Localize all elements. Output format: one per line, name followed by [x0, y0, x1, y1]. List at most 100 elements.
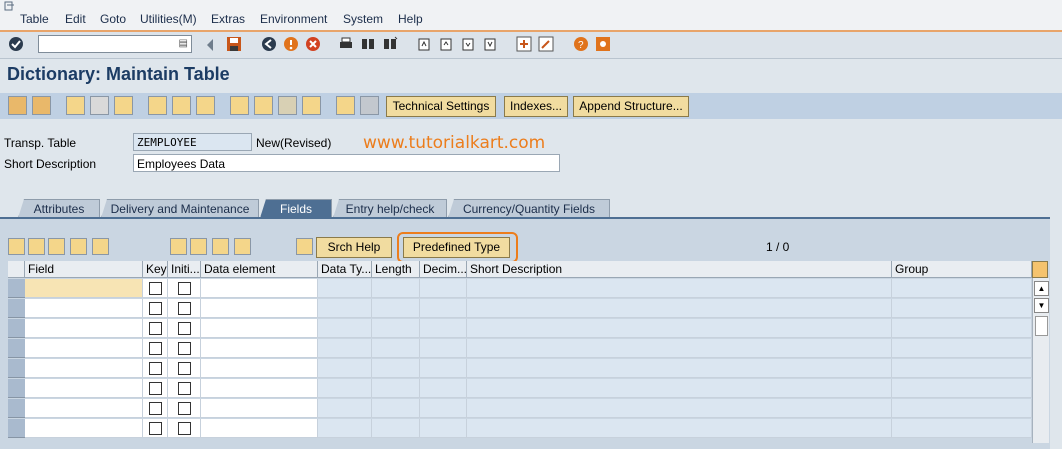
- info-icon[interactable]: [302, 96, 321, 115]
- print-icon[interactable]: [338, 36, 354, 52]
- cell-data-element[interactable]: [201, 279, 318, 298]
- insert-row-icon[interactable]: [70, 238, 87, 255]
- cell-field[interactable]: [25, 339, 143, 358]
- cell-length[interactable]: [372, 299, 420, 318]
- row-selector[interactable]: [8, 399, 25, 418]
- cell-length[interactable]: [372, 379, 420, 398]
- cell-short-description[interactable]: [467, 299, 892, 318]
- cell-short-description[interactable]: [467, 399, 892, 418]
- first-page-icon[interactable]: [416, 36, 432, 52]
- append-structure-button[interactable]: Append Structure...: [573, 96, 689, 117]
- menu-item-system[interactable]: System: [343, 12, 383, 26]
- cell-data-type[interactable]: [318, 399, 372, 418]
- table-contents-icon[interactable]: [254, 96, 273, 115]
- row-selector[interactable]: [8, 319, 25, 338]
- initial-checkbox[interactable]: [178, 302, 191, 315]
- row-selector[interactable]: [8, 279, 25, 298]
- tab-currency-quantity[interactable]: Currency/Quantity Fields: [448, 199, 610, 218]
- scroll-up-icon[interactable]: ▲: [1034, 281, 1049, 296]
- column-header-short-description[interactable]: Short Description: [467, 261, 892, 278]
- initial-checkbox[interactable]: [178, 382, 191, 395]
- display-change-icon[interactable]: [66, 96, 85, 115]
- cell-data-element[interactable]: [201, 379, 318, 398]
- cell-length[interactable]: [372, 279, 420, 298]
- technical-settings-button[interactable]: Technical Settings: [386, 96, 496, 117]
- column-header-length[interactable]: Length: [372, 261, 420, 278]
- exit-icon[interactable]: [283, 36, 299, 52]
- cell-group[interactable]: [892, 279, 1032, 298]
- cell-initial[interactable]: [168, 339, 201, 358]
- cell-length[interactable]: [372, 319, 420, 338]
- cell-key[interactable]: [143, 339, 168, 358]
- cell-decimals[interactable]: [420, 319, 467, 338]
- cell-data-type[interactable]: [318, 279, 372, 298]
- object-list-icon[interactable]: [196, 96, 215, 115]
- cancel-icon[interactable]: [305, 36, 321, 52]
- short-description-field[interactable]: Employees Data: [133, 154, 560, 172]
- column-header-data-type[interactable]: Data Ty...: [318, 261, 372, 278]
- hierarchy-icon[interactable]: [230, 96, 249, 115]
- back-icon[interactable]: [261, 36, 277, 52]
- enter-check-icon[interactable]: [8, 36, 24, 52]
- key-checkbox[interactable]: [149, 382, 162, 395]
- tab-entry-help-check[interactable]: Entry help/check: [333, 199, 447, 218]
- scroll-thumb[interactable]: [1035, 316, 1048, 336]
- cell-data-type[interactable]: [318, 379, 372, 398]
- column-header-decimals[interactable]: Decim...: [420, 261, 467, 278]
- command-dropdown-icon[interactable]: ▤: [179, 38, 188, 49]
- scroll-down-icon[interactable]: ▼: [1034, 298, 1049, 313]
- cell-key[interactable]: [143, 279, 168, 298]
- find-icon[interactable]: [360, 36, 376, 52]
- cell-field[interactable]: [25, 379, 143, 398]
- cell-initial[interactable]: [168, 299, 201, 318]
- menu-item-table[interactable]: Table: [20, 12, 49, 26]
- previous-row-icon[interactable]: [212, 238, 229, 255]
- forward-arrow-icon[interactable]: [32, 96, 51, 115]
- cell-initial[interactable]: [168, 279, 201, 298]
- collapse-arrow-icon[interactable]: [205, 37, 215, 53]
- menu-item-extras[interactable]: Extras: [211, 12, 245, 26]
- cell-short-description[interactable]: [467, 279, 892, 298]
- column-header-field[interactable]: Field: [25, 261, 143, 278]
- menu-item-edit[interactable]: Edit: [65, 12, 86, 26]
- cell-initial[interactable]: [168, 399, 201, 418]
- find-next-icon[interactable]: [382, 36, 398, 52]
- help-icon[interactable]: ?: [573, 36, 589, 52]
- cell-data-element[interactable]: [201, 319, 318, 338]
- cell-field[interactable]: [25, 419, 143, 438]
- menu-item-goto[interactable]: Goto: [100, 12, 126, 26]
- cell-group[interactable]: [892, 419, 1032, 438]
- column-header-initial[interactable]: Initi...: [168, 261, 201, 278]
- initial-checkbox[interactable]: [178, 282, 191, 295]
- cell-length[interactable]: [372, 359, 420, 378]
- cell-group[interactable]: [892, 299, 1032, 318]
- cell-field[interactable]: [25, 359, 143, 378]
- indexes-button[interactable]: Indexes...: [504, 96, 568, 117]
- cell-decimals[interactable]: [420, 399, 467, 418]
- structure-icon[interactable]: [360, 96, 379, 115]
- vertical-scrollbar[interactable]: ▲ ▼: [1032, 278, 1049, 443]
- cell-data-element[interactable]: [201, 399, 318, 418]
- cell-short-description[interactable]: [467, 339, 892, 358]
- cell-length[interactable]: [372, 419, 420, 438]
- row-selector[interactable]: [8, 339, 25, 358]
- shortcut-icon[interactable]: [538, 36, 554, 52]
- cell-field[interactable]: [25, 279, 143, 298]
- column-header-group[interactable]: Group: [892, 261, 1032, 278]
- cell-key[interactable]: [143, 419, 168, 438]
- key-checkbox[interactable]: [149, 422, 162, 435]
- cell-decimals[interactable]: [420, 299, 467, 318]
- initial-checkbox[interactable]: [178, 422, 191, 435]
- cell-data-type[interactable]: [318, 339, 372, 358]
- cell-decimals[interactable]: [420, 379, 467, 398]
- key-checkbox[interactable]: [149, 282, 162, 295]
- tab-attributes[interactable]: Attributes: [18, 199, 100, 218]
- cell-decimals[interactable]: [420, 359, 467, 378]
- cell-data-type[interactable]: [318, 419, 372, 438]
- cell-short-description[interactable]: [467, 319, 892, 338]
- save-icon[interactable]: [226, 36, 242, 52]
- initial-checkbox[interactable]: [178, 402, 191, 415]
- cell-key[interactable]: [143, 359, 168, 378]
- cell-data-type[interactable]: [318, 299, 372, 318]
- select-all-header[interactable]: [8, 261, 25, 278]
